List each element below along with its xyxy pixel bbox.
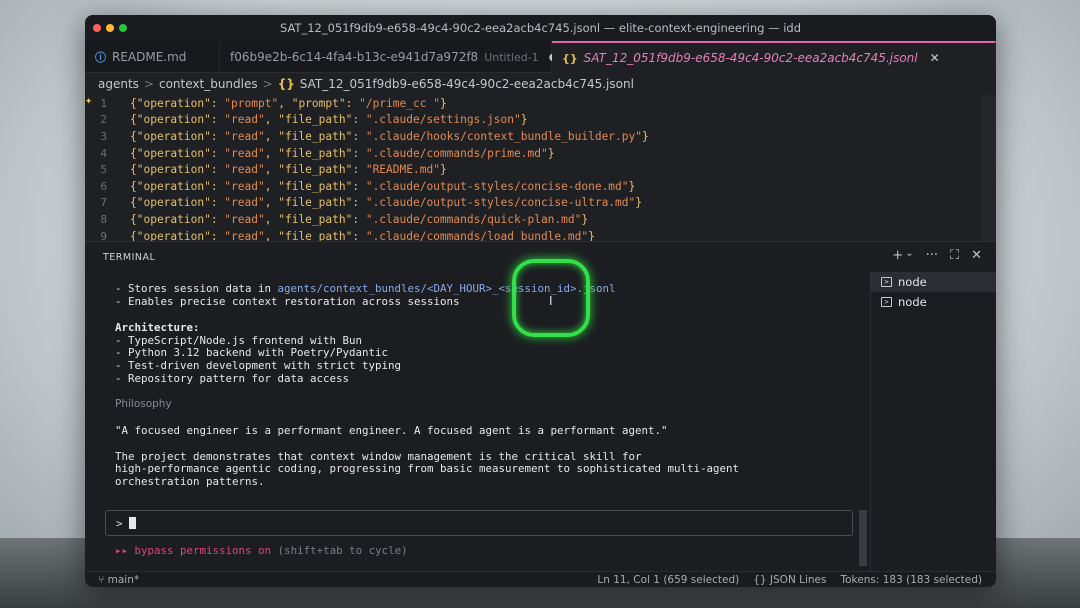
terminal-icon: > (881, 297, 892, 307)
code-text: {"operation": "read", "file_path": ".cla… (130, 113, 528, 127)
tab-label: README.md (112, 50, 187, 64)
tab-label: SAT_12_051f9db9-e658-49c4-90c2-eea2acb4c… (583, 51, 918, 65)
breadcrumb-item[interactable]: context_bundles (159, 77, 258, 91)
zoom-window-button[interactable] (119, 24, 127, 32)
git-branch-icon: ⑂ (98, 573, 108, 586)
terminal-sessions: > node > node (870, 272, 996, 572)
code-text: {"operation": "read", "file_path": ".cla… (130, 179, 636, 193)
window-controls (93, 24, 127, 32)
prompt-input[interactable]: > (105, 510, 853, 536)
code-editor[interactable]: 1 ✦ {"operation": "prompt", "prompt": "/pr… (85, 93, 996, 243)
output-line: The project demonstrates that context wi… (115, 449, 642, 463)
token-count[interactable]: Tokens: 183 (183 selected) (841, 574, 983, 586)
terminal-output: - Stores session data in agents/context_… (115, 282, 855, 488)
chevron-right-icon: > (262, 77, 273, 91)
editor-tabs: ⓘ README.md f06b9e2b-6c14-4fa4-b13c-e941… (85, 41, 996, 73)
output-heading: Philosophy (115, 398, 172, 411)
terminal-tab[interactable]: TERMINAL (103, 252, 155, 263)
code-text: {"operation": "read", "file_path": ".cla… (130, 196, 643, 210)
output-line: high-performance agentic coding, progres… (115, 462, 740, 476)
code-line[interactable]: 2 {"operation": "read", "file_path": ".cl… (85, 112, 996, 129)
json-file-icon: {} (277, 77, 295, 91)
language-mode[interactable]: {} JSON Lines (753, 574, 826, 586)
line-number: 5 (100, 163, 107, 177)
line-number: 8 (100, 212, 107, 226)
output-line: - TypeScript/Node.js frontend with Bun (115, 333, 363, 347)
output-line: - Repository pattern for data access (115, 372, 350, 386)
json-file-icon: {} (562, 51, 578, 65)
tab-label: f06b9e2b-6c14-4fa4-b13c-e941d7a972f8 (230, 50, 479, 64)
more-icon[interactable]: ··· (926, 248, 938, 263)
output-heading: Architecture: (115, 320, 200, 334)
maximize-panel-icon[interactable]: ⛶ (950, 248, 959, 263)
code-line[interactable]: 7 {"operation": "read", "file_path": ".cl… (85, 195, 996, 212)
line-number: 2 (100, 113, 107, 127)
output-line: - Python 3.12 backend with Poetry/Pydant… (115, 346, 389, 360)
code-line[interactable]: 8 {"operation": "read", "file_path": ".cl… (85, 211, 996, 228)
code-line[interactable]: 6 {"operation": "read", "file_path": ".cl… (85, 178, 996, 195)
code-text: {"operation": "read", "file_path": "READ… (130, 163, 447, 177)
breadcrumb-item[interactable]: SAT_12_051f9db9-e658-49c4-90c2-eea2acb4c… (300, 77, 634, 91)
cursor-position[interactable]: Ln 11, Col 1 (659 selected) (597, 574, 739, 586)
close-panel-icon[interactable]: ✕ (971, 248, 982, 263)
bypass-hint: (shift+tab to cycle) (277, 544, 408, 557)
info-icon: ⓘ (95, 51, 106, 64)
code-text: {"operation": "read", "file_path": ".cla… (130, 129, 649, 143)
output-line: - Stores session data in agents/context_… (115, 282, 616, 295)
line-number: 3 (100, 129, 107, 143)
close-window-button[interactable] (93, 24, 101, 32)
output-line: - Enables precise context restoration ac… (115, 294, 460, 308)
braces-icon: {} (753, 573, 770, 586)
text-cursor-icon: I (549, 294, 553, 308)
title-bar: SAT_12_051f9db9-e658-49c4-90c2-eea2acb4c… (85, 15, 996, 41)
double-arrow-icon: ▸▸ (115, 544, 129, 557)
terminal-actions: + ⌄ ··· ⛶ ✕ (892, 248, 982, 263)
close-tab-icon[interactable]: ✕ (930, 51, 940, 65)
terminal-session-item[interactable]: > node (871, 272, 996, 292)
text-cursor (128, 517, 136, 529)
prompt-symbol: > (116, 516, 123, 530)
output-line: - Test-driven development with strict ty… (115, 359, 402, 373)
chevron-down-icon[interactable]: ⌄ (905, 248, 913, 263)
bypass-label: bypass permissions on (134, 544, 272, 557)
output-line: orchestration patterns. (115, 475, 265, 489)
code-text: {"operation": "read", "file_path": ".cla… (130, 212, 589, 226)
tab-readme[interactable]: ⓘ README.md (85, 41, 220, 73)
sparkle-icon[interactable]: ✦ (85, 93, 92, 107)
branch-indicator[interactable]: ⑂ main* (98, 574, 139, 586)
output-line: "A focused engineer is a performant engi… (115, 423, 668, 437)
status-right: Ln 11, Col 1 (659 selected) {} JSON Line… (597, 574, 982, 586)
add-terminal-icon[interactable]: + (892, 248, 903, 263)
line-number: 4 (100, 146, 107, 160)
tab-sublabel: Untitled-1 (484, 50, 539, 64)
terminal-icon: > (881, 277, 892, 287)
status-bar: ⑂ main* Ln 11, Col 1 (659 selected) {} J… (85, 571, 996, 587)
terminal-session-item[interactable]: > node (871, 292, 996, 312)
code-text: {"operation": "prompt", "prompt": "/prim… (130, 96, 447, 110)
code-line[interactable]: 5 {"operation": "read", "file_path": "REA… (85, 161, 996, 178)
code-line[interactable]: 4 {"operation": "read", "file_path": ".cl… (85, 145, 996, 162)
code-line[interactable]: 1 ✦ {"operation": "prompt", "prompt": "/pr… (85, 93, 996, 112)
minimap[interactable] (982, 95, 996, 241)
window-title: SAT_12_051f9db9-e658-49c4-90c2-eea2acb4c… (279, 21, 802, 35)
code-text: {"operation": "read", "file_path": ".cla… (130, 146, 555, 160)
code-line[interactable]: 3 {"operation": "read", "file_path": ".cl… (85, 128, 996, 145)
minimize-window-button[interactable] (106, 24, 114, 32)
breadcrumb-item[interactable]: agents (98, 77, 139, 91)
chevron-right-icon: > (143, 77, 154, 91)
tab-jsonl-active[interactable]: {} SAT_12_051f9db9-e658-49c4-90c2-eea2ac… (552, 41, 996, 73)
terminal-scrollbar[interactable] (859, 510, 867, 566)
permissions-status: ▸▸ bypass permissions on (shift+tab to c… (115, 544, 408, 557)
tab-untitled[interactable]: f06b9e2b-6c14-4fa4-b13c-e941d7a972f8 Unt… (220, 41, 557, 73)
line-number: 6 (100, 179, 107, 193)
session-label: node (898, 275, 927, 289)
line-number: 7 (100, 196, 107, 210)
session-label: node (898, 295, 927, 309)
breadcrumb: agents > context_bundles > {} SAT_12_051… (85, 73, 996, 95)
